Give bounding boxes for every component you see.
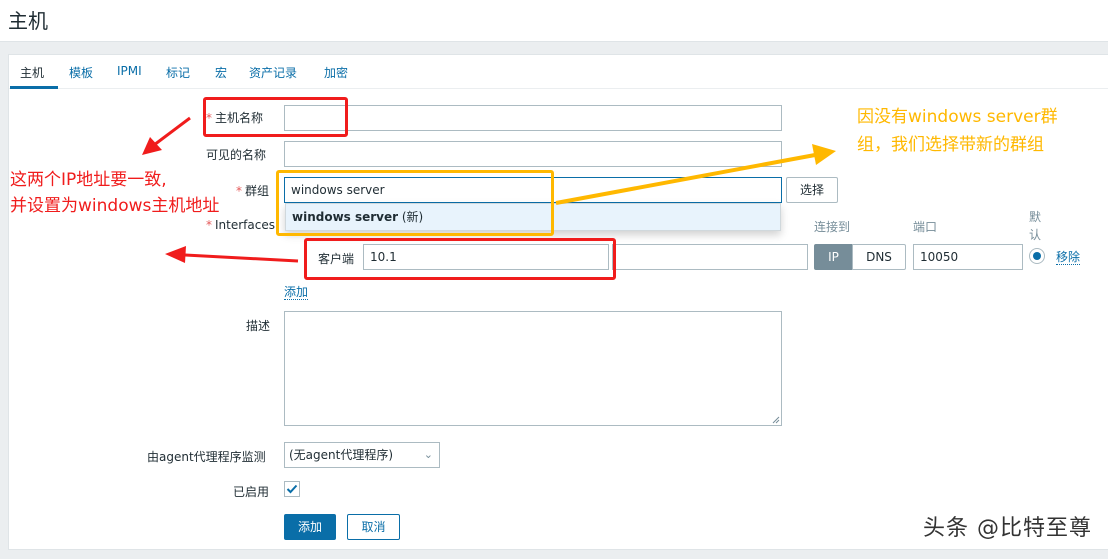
page-header: 主机 [0,0,1108,42]
col-default: 默认 [1029,210,1042,242]
tab-inventory[interactable]: 资产记录 [249,64,297,81]
tab-tags[interactable]: 标记 [166,64,190,81]
cancel-button[interactable]: 取消 [347,514,400,540]
enabled-label: 已启用 [233,485,270,499]
tab-bar: 主机 模板 IPMI 标记 宏 资产记录 加密 [9,55,1108,89]
proxy-select-value: (无agent代理程序) [289,448,394,462]
tab-ipmi[interactable]: IPMI [117,64,142,78]
add-interface-link[interactable]: 添加 [284,285,309,300]
add-host-button[interactable]: 添加 [284,514,336,540]
interface-dns-input[interactable] [612,244,808,270]
tab-macros[interactable]: 宏 [215,64,227,81]
groups-label: * 群组 [236,184,270,198]
enabled-checkbox[interactable] [284,481,300,497]
watermark: 头条 @比特至尊 [923,516,1092,541]
remove-interface-link[interactable]: 移除 [1056,250,1081,265]
col-connect-to: 连接到 [814,220,851,234]
proxy-select[interactable]: (无agent代理程序) ⌄ [284,442,440,468]
annotation-yellow-text: 因没有windows server群组，我们选择带新的群组 [857,107,1058,155]
chevron-down-icon: ⌄ [423,448,433,461]
col-port: 端口 [913,220,938,234]
annotation-red-text-1: 这两个IP地址要一致, [10,170,167,190]
annotation-host-name-box [203,97,348,137]
host-name-input[interactable] [284,105,782,131]
tab-templates[interactable]: 模板 [69,64,93,81]
visible-name-label: 可见的名称 [206,148,267,162]
default-interface-radio[interactable] [1029,248,1045,264]
description-label: 描述 [246,319,271,333]
visible-name-input[interactable] [284,141,782,167]
tab-host[interactable]: 主机 [20,64,44,81]
active-tab-indicator [10,86,58,89]
proxy-label: 由agent代理程序监测 [147,450,266,464]
check-icon [286,484,298,494]
interface-port-input[interactable] [913,244,1023,270]
description-textarea[interactable] [284,311,782,426]
groups-select-button[interactable]: 选择 [786,177,838,203]
page-title: 主机 [8,9,48,33]
resize-handle-icon[interactable] [772,416,780,424]
connect-dns-toggle[interactable]: DNS [852,244,906,270]
annotation-ip-box [304,238,616,280]
tab-encryption[interactable]: 加密 [324,64,348,81]
interfaces-label: * Interfaces [206,218,275,232]
connect-ip-toggle[interactable]: IP [814,244,853,270]
annotation-red-text-2: 并设置为windows主机地址 [10,196,220,216]
annotation-group-box [276,170,554,236]
